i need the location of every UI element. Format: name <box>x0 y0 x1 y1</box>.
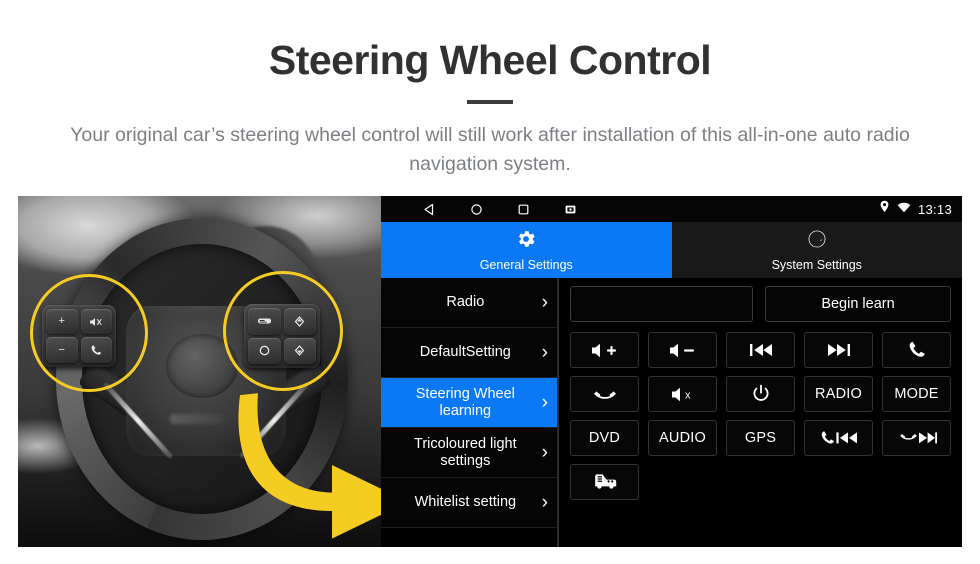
media-band: + − 13:13 General Settings System Settin… <box>18 196 962 547</box>
tab-system-settings[interactable]: System Settings <box>671 222 962 278</box>
hub-badge <box>170 414 224 424</box>
steering-wheel-learning-panel: Begin learn x RADIO MODE DVD AUDIO GPS <box>558 278 962 547</box>
yellow-arrow-icon <box>238 393 381 539</box>
settings-body: Radio › DefaultSetting › Steering Wheel … <box>381 278 962 547</box>
settings-sidebar: Radio › DefaultSetting › Steering Wheel … <box>381 278 558 547</box>
chevron-right-icon: › <box>541 391 548 413</box>
sidebar-item-whitelist-setting-label: Whitelist setting <box>414 494 517 510</box>
sidebar-item-steering-wheel-learning-label: Steering Wheel learning <box>415 385 515 419</box>
wifi-icon <box>897 200 911 218</box>
android-status-bar: 13:13 <box>381 196 962 222</box>
tab-general-settings[interactable]: General Settings <box>381 222 672 278</box>
phone-call-button[interactable] <box>882 332 951 368</box>
previous-track-button[interactable] <box>726 332 795 368</box>
learn-controls-row: Begin learn <box>570 286 951 322</box>
mute-button[interactable]: x <box>648 376 717 412</box>
next-track-button[interactable] <box>804 332 873 368</box>
chevron-right-icon: › <box>541 441 548 463</box>
tab-general-settings-label: General Settings <box>479 258 573 272</box>
sidebar-item-radio[interactable]: Radio › <box>381 278 557 328</box>
sidebar-item-defaultsetting[interactable]: DefaultSetting › <box>381 328 557 378</box>
phone-previous-button[interactable] <box>804 420 873 456</box>
right-control-cluster-highlight <box>223 271 343 391</box>
page-subtitle: Your original car’s steering wheel contr… <box>70 124 910 175</box>
car-info-button[interactable] <box>570 464 639 500</box>
gear-icon <box>515 228 537 255</box>
power-button[interactable] <box>726 376 795 412</box>
radio-button[interactable]: RADIO <box>804 376 873 412</box>
learn-key-input[interactable] <box>570 286 753 322</box>
location-pin-icon <box>879 200 890 218</box>
sidebar-item-steering-wheel-learning[interactable]: Steering Wheel learning › <box>381 378 557 428</box>
volume-down-button[interactable] <box>648 332 717 368</box>
left-control-cluster-highlight <box>30 274 148 392</box>
recents-icon[interactable] <box>517 203 530 216</box>
phone-hangup-button[interactable] <box>570 376 639 412</box>
dvd-button[interactable]: DVD <box>570 420 639 456</box>
back-icon[interactable] <box>423 203 436 216</box>
screenshot-icon[interactable] <box>564 204 577 215</box>
sidebar-item-whitelist-setting[interactable]: Whitelist setting › <box>381 478 557 528</box>
aperture-icon <box>806 228 828 255</box>
hangup-next-button[interactable] <box>882 420 951 456</box>
audio-button[interactable]: AUDIO <box>648 420 717 456</box>
svg-text:x: x <box>685 389 691 401</box>
home-icon[interactable] <box>470 203 483 216</box>
mode-button[interactable]: MODE <box>882 376 951 412</box>
steering-wheel-photo: + − <box>18 196 381 547</box>
page-root: Steering Wheel Control Your original car… <box>0 0 980 564</box>
sidebar-item-tricoloured-light-settings-label: Tricoloured light settings <box>414 435 517 469</box>
sidebar-item-tricoloured-light-settings[interactable]: Tricoloured light settings › <box>381 428 557 478</box>
chevron-right-icon: › <box>541 341 548 363</box>
settings-tabs: General Settings System Settings <box>381 222 962 278</box>
begin-learn-button[interactable]: Begin learn <box>765 286 951 322</box>
function-button-grid: x RADIO MODE DVD AUDIO GPS <box>570 332 951 500</box>
volume-up-button[interactable] <box>570 332 639 368</box>
status-icons: 13:13 <box>879 196 952 222</box>
gps-button[interactable]: GPS <box>726 420 795 456</box>
android-nav-buttons <box>423 203 577 216</box>
title-divider <box>467 100 513 104</box>
status-clock: 13:13 <box>917 201 952 217</box>
head-unit-screen: 13:13 General Settings System Settings R… <box>381 196 962 547</box>
page-title: Steering Wheel Control <box>268 37 712 83</box>
sidebar-item-defaultsetting-label: DefaultSetting <box>419 344 511 360</box>
sidebar-item-radio-label: Radio <box>446 294 485 310</box>
chevron-right-icon: › <box>541 291 548 313</box>
tab-system-settings-label: System Settings <box>771 258 862 272</box>
chevron-right-icon: › <box>541 491 548 513</box>
